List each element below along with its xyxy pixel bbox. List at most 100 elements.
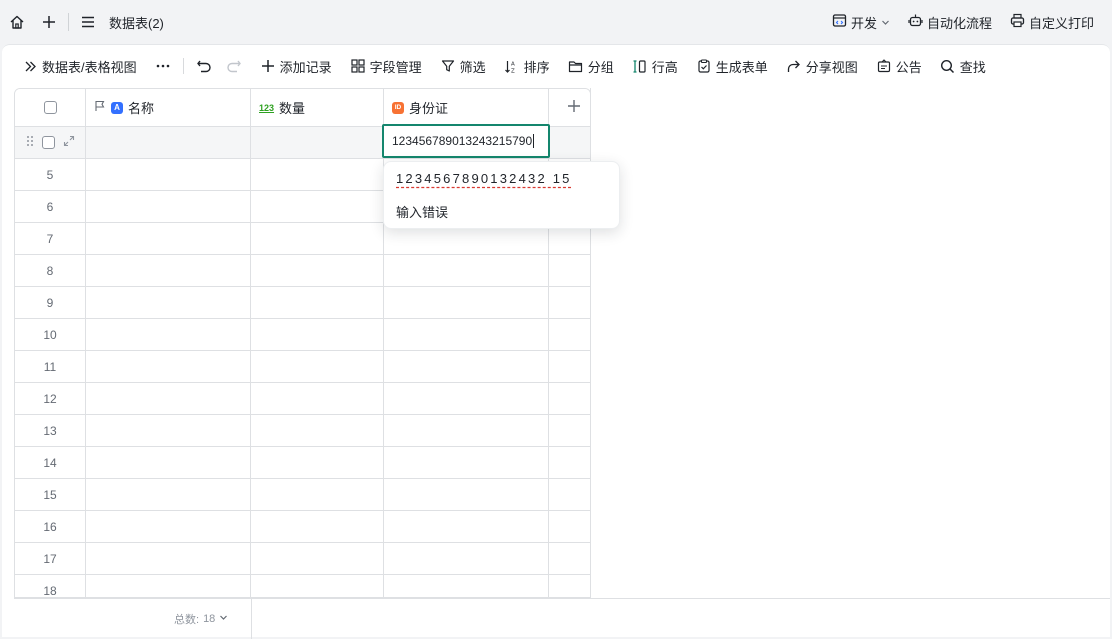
table-cell[interactable]	[384, 447, 549, 478]
table-cell[interactable]	[384, 415, 549, 446]
grid-icon	[350, 58, 366, 74]
field-manage-button[interactable]: 字段管理	[350, 57, 422, 76]
group-button[interactable]: 分组	[568, 57, 614, 76]
table-cell[interactable]	[384, 287, 549, 318]
redo-button[interactable]	[226, 58, 242, 74]
table-cell[interactable]	[384, 351, 549, 382]
notice-button[interactable]: 公告	[876, 57, 922, 76]
table-cell[interactable]	[251, 319, 384, 350]
undo-button[interactable]	[196, 58, 212, 74]
table-cell[interactable]	[251, 223, 384, 254]
id-card-input[interactable]: 123456789013243215790	[382, 124, 550, 158]
table-cell[interactable]	[251, 575, 384, 597]
table-cell[interactable]	[251, 415, 384, 446]
table-cell[interactable]	[86, 511, 251, 542]
add-record-button[interactable]: 添加记录	[260, 57, 332, 76]
row-number: 16	[15, 511, 86, 542]
automation-label: 自动化流程	[926, 15, 992, 31]
id-card-input-value: 123456789013243215790	[392, 134, 533, 148]
table-cell[interactable]	[86, 319, 251, 350]
table-cell[interactable]	[86, 447, 251, 478]
filter-button[interactable]: 筛选	[440, 57, 486, 76]
table-row[interactable]: 17	[15, 543, 590, 575]
table-cell[interactable]	[86, 479, 251, 510]
table-cell[interactable]	[251, 447, 384, 478]
share-view-button[interactable]: 分享视图	[786, 57, 858, 76]
table-cell[interactable]	[86, 351, 251, 382]
table-cell[interactable]	[86, 575, 251, 597]
automation-button[interactable]: 自动化流程	[908, 13, 992, 32]
divider	[68, 13, 69, 31]
table-cell[interactable]	[251, 351, 384, 382]
table-cell[interactable]	[251, 543, 384, 574]
column-header-quantity[interactable]: 123 数量	[251, 89, 384, 126]
table-row[interactable]: 18	[15, 575, 590, 597]
table-cell	[549, 447, 590, 478]
find-button[interactable]: 查找	[940, 57, 986, 76]
table-cell[interactable]	[251, 255, 384, 286]
table-row[interactable]: 8	[15, 255, 590, 287]
chevron-down-icon	[219, 613, 228, 625]
expand-icon[interactable]	[63, 135, 75, 150]
table-cell[interactable]	[251, 383, 384, 414]
table-cell[interactable]	[86, 127, 251, 158]
add-icon[interactable]	[38, 11, 60, 33]
table-cell	[549, 255, 590, 286]
column-header-id-card[interactable]: ID 身份证	[384, 89, 549, 126]
table-cell[interactable]	[251, 511, 384, 542]
table-cell[interactable]	[86, 543, 251, 574]
main-panel: 数据表/表格视图 添加记录 字段管理 筛选 AZ 排序 分组 行高 生成表单 分…	[2, 44, 1110, 639]
view-toolbar: 数据表/表格视图 添加记录 字段管理 筛选 AZ 排序 分组 行高 生成表单 分…	[2, 45, 1110, 87]
table-cell[interactable]	[384, 319, 549, 350]
table-cell[interactable]	[86, 191, 251, 222]
search-icon	[940, 58, 956, 74]
table-cell[interactable]	[86, 223, 251, 254]
clipboard-check-icon	[696, 58, 712, 74]
row-number: 7	[15, 223, 86, 254]
record-count[interactable]: 总数: 18	[174, 611, 228, 627]
table-cell[interactable]	[384, 511, 549, 542]
table-row[interactable]: 15	[15, 479, 590, 511]
table-cell[interactable]	[384, 479, 549, 510]
table-row[interactable]: 14	[15, 447, 590, 479]
sort-button[interactable]: AZ 排序	[504, 57, 550, 76]
column-header-name[interactable]: A 名称	[86, 89, 251, 126]
table-cell[interactable]	[251, 159, 384, 190]
table-cell[interactable]	[384, 255, 549, 286]
row-checkbox[interactable]	[41, 136, 55, 149]
table-cell[interactable]	[251, 479, 384, 510]
divider	[251, 599, 252, 639]
table-cell[interactable]	[86, 255, 251, 286]
select-all-checkbox[interactable]	[43, 101, 57, 114]
primary-flag-icon	[94, 100, 106, 115]
table-cell[interactable]	[384, 575, 549, 597]
table-cell[interactable]	[86, 159, 251, 190]
table-cell[interactable]	[251, 287, 384, 318]
print-label: 自定义打印	[1028, 15, 1094, 31]
print-button[interactable]: 自定义打印	[1010, 13, 1094, 32]
table-row[interactable]: 10	[15, 319, 590, 351]
more-button[interactable]	[155, 58, 171, 74]
table-cell[interactable]	[86, 415, 251, 446]
table-row[interactable]: 16	[15, 511, 590, 543]
table-row[interactable]: 13	[15, 415, 590, 447]
divider	[182, 58, 184, 74]
row-height-button[interactable]: 行高	[632, 57, 678, 76]
row-number: 14	[15, 447, 86, 478]
table-cell[interactable]	[384, 543, 549, 574]
dev-menu[interactable]: 开发	[832, 13, 890, 32]
table-cell[interactable]	[251, 127, 384, 158]
home-icon[interactable]	[6, 11, 28, 33]
generate-form-button[interactable]: 生成表单	[696, 57, 768, 76]
table-cell[interactable]	[384, 383, 549, 414]
table-cell[interactable]	[86, 287, 251, 318]
table-cell[interactable]	[251, 191, 384, 222]
view-switcher[interactable]: 数据表/表格视图	[22, 57, 137, 76]
table-row[interactable]: 12	[15, 383, 590, 415]
menu-icon[interactable]	[77, 11, 99, 33]
table-cell[interactable]	[86, 383, 251, 414]
add-column-button[interactable]	[549, 89, 590, 126]
table-row[interactable]: 9	[15, 287, 590, 319]
drag-handle-icon[interactable]	[26, 135, 34, 150]
table-row[interactable]: 11	[15, 351, 590, 383]
